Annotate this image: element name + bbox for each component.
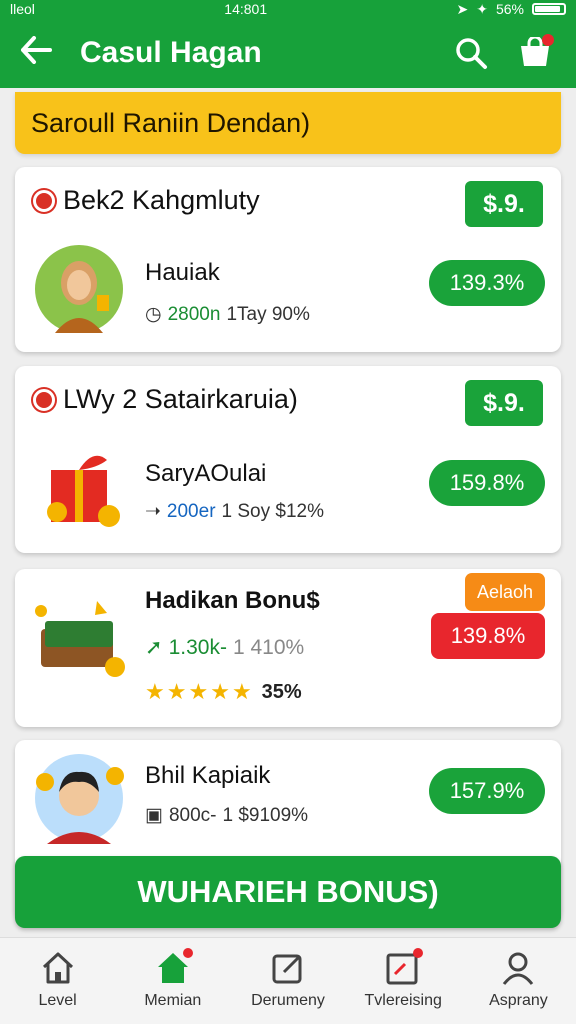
meta-detail: 1 Soy $12% bbox=[221, 500, 324, 522]
status-bar: lleol 14:801 ➤ ✦ 56% bbox=[0, 0, 576, 18]
trend-up-icon: ➚ bbox=[145, 636, 163, 659]
nav-item-memian[interactable]: Memian bbox=[115, 938, 230, 1024]
nav-item-asprany[interactable]: Asprany bbox=[461, 938, 576, 1024]
back-arrow-icon[interactable] bbox=[20, 36, 66, 70]
meta-amount: 200er bbox=[166, 500, 216, 522]
status-time: 14:801 bbox=[224, 1, 268, 17]
meta-amount: 2800n bbox=[167, 303, 221, 325]
meta-amount: 800c- bbox=[168, 804, 217, 826]
item-meta: ◷ 2800n 1Tay 90% bbox=[145, 303, 310, 326]
gift-box-icon bbox=[33, 442, 125, 534]
price-badge: $.9. bbox=[465, 380, 543, 426]
nav-item-derumeny[interactable]: Derumeny bbox=[230, 938, 345, 1024]
cart-badge-icon bbox=[542, 34, 554, 46]
arrow-icon: ➝ bbox=[145, 501, 161, 522]
notification-dot-icon bbox=[182, 948, 193, 958]
offer-card-3[interactable]: Hadikan Bonu$ Aelaoh ➚ 1.30k- 1 410% 139… bbox=[15, 569, 561, 727]
avatar-woman-icon bbox=[33, 243, 125, 335]
meta-detail: 1 410% bbox=[232, 635, 305, 659]
meta-detail: 1 $9109% bbox=[222, 804, 309, 826]
star-rating: ★ ★ ★ ★ ★ 35% bbox=[145, 679, 302, 705]
star-icon: ★ bbox=[210, 679, 230, 704]
avatar-man-icon bbox=[33, 752, 125, 844]
nav-label: Tvlereising bbox=[364, 992, 442, 1009]
item-name: Bhil Kapiaik bbox=[145, 762, 271, 789]
nav-label: Asprany bbox=[489, 992, 548, 1009]
price-badge: $.9. bbox=[465, 181, 543, 227]
action-tag[interactable]: Aelaoh bbox=[465, 573, 545, 611]
rating-value: 35% bbox=[261, 680, 302, 703]
meta-amount: 1.30k- bbox=[168, 635, 227, 659]
nav-label: Level bbox=[38, 992, 77, 1009]
image-edit-icon bbox=[385, 948, 424, 986]
card-header-text: Bek2 Kahgmluty bbox=[63, 185, 260, 215]
offer-card-2[interactable]: LWy 2 Satairkaruia) $.9. SaryAOulai ➝ 20… bbox=[15, 366, 561, 553]
star-icon: ★ bbox=[231, 679, 252, 704]
wifi-icon: ✦ bbox=[476, 0, 488, 17]
record-icon bbox=[33, 189, 55, 212]
star-icon: ★ bbox=[188, 679, 209, 704]
item-meta: ➚ 1.30k- 1 410% bbox=[145, 635, 304, 660]
offer-card-1[interactable]: Bek2 Kahgmluty $.9. Hauiak ◷ 2800n 1Tay … bbox=[15, 167, 561, 352]
home-filled-icon bbox=[155, 948, 193, 986]
percent-button[interactable]: 139.8% bbox=[431, 613, 545, 659]
nav-item-tvlereising[interactable]: Tvlereising bbox=[346, 938, 461, 1024]
clock-icon: ◷ bbox=[145, 304, 162, 325]
edit-icon bbox=[270, 950, 306, 986]
banner-text: Saroull Raniin Dendan) bbox=[31, 107, 311, 138]
page-title: Casul Hagan bbox=[80, 36, 262, 69]
card-icon: ▣ bbox=[145, 805, 163, 826]
percent-button[interactable]: 139.3% bbox=[429, 260, 545, 306]
item-meta: ▣ 800c- 1 $9109% bbox=[145, 804, 308, 827]
location-icon: ➤ bbox=[456, 0, 469, 17]
user-icon bbox=[500, 950, 536, 986]
app-bar: Casul Hagan bbox=[0, 18, 576, 88]
item-name: Hauiak bbox=[145, 259, 220, 286]
notification-dot-icon bbox=[413, 948, 424, 958]
card-header: LWy 2 Satairkaruia) bbox=[33, 384, 298, 415]
status-right: ➤ ✦ 56% bbox=[456, 1, 566, 18]
star-icon: ★ bbox=[145, 679, 165, 704]
nav-label: Memian bbox=[144, 992, 202, 1009]
bottom-nav: Level Memian Derumeny Tvlereising Aspran… bbox=[0, 937, 576, 1024]
money-stack-icon bbox=[33, 593, 125, 685]
cart-icon[interactable] bbox=[514, 32, 556, 74]
battery-icon bbox=[531, 3, 566, 15]
star-icon: ★ bbox=[166, 679, 187, 704]
item-name: SaryAOulai bbox=[145, 460, 267, 487]
card-header-text: LWy 2 Satairkaruia) bbox=[63, 384, 298, 414]
promo-banner[interactable]: Saroull Raniin Dendan) bbox=[15, 92, 561, 154]
nav-label: Derumeny bbox=[251, 992, 325, 1009]
bonus-cta-button[interactable]: WUHARIEH BONUS) bbox=[15, 856, 561, 928]
home-icon bbox=[40, 950, 76, 986]
percent-button[interactable]: 159.8% bbox=[429, 460, 545, 506]
item-name: Hadikan Bonu$ bbox=[145, 587, 320, 614]
search-icon[interactable] bbox=[450, 32, 492, 74]
item-meta: ➝ 200er 1 Soy $12% bbox=[145, 500, 324, 523]
card-header: Bek2 Kahgmluty bbox=[33, 185, 260, 216]
record-icon bbox=[33, 388, 55, 411]
battery-percent: 56% bbox=[495, 1, 524, 17]
percent-button[interactable]: 157.9% bbox=[429, 768, 545, 814]
nav-item-level[interactable]: Level bbox=[0, 938, 115, 1024]
meta-detail: 1Tay 90% bbox=[226, 303, 310, 325]
status-left-text: lleol bbox=[10, 1, 35, 17]
